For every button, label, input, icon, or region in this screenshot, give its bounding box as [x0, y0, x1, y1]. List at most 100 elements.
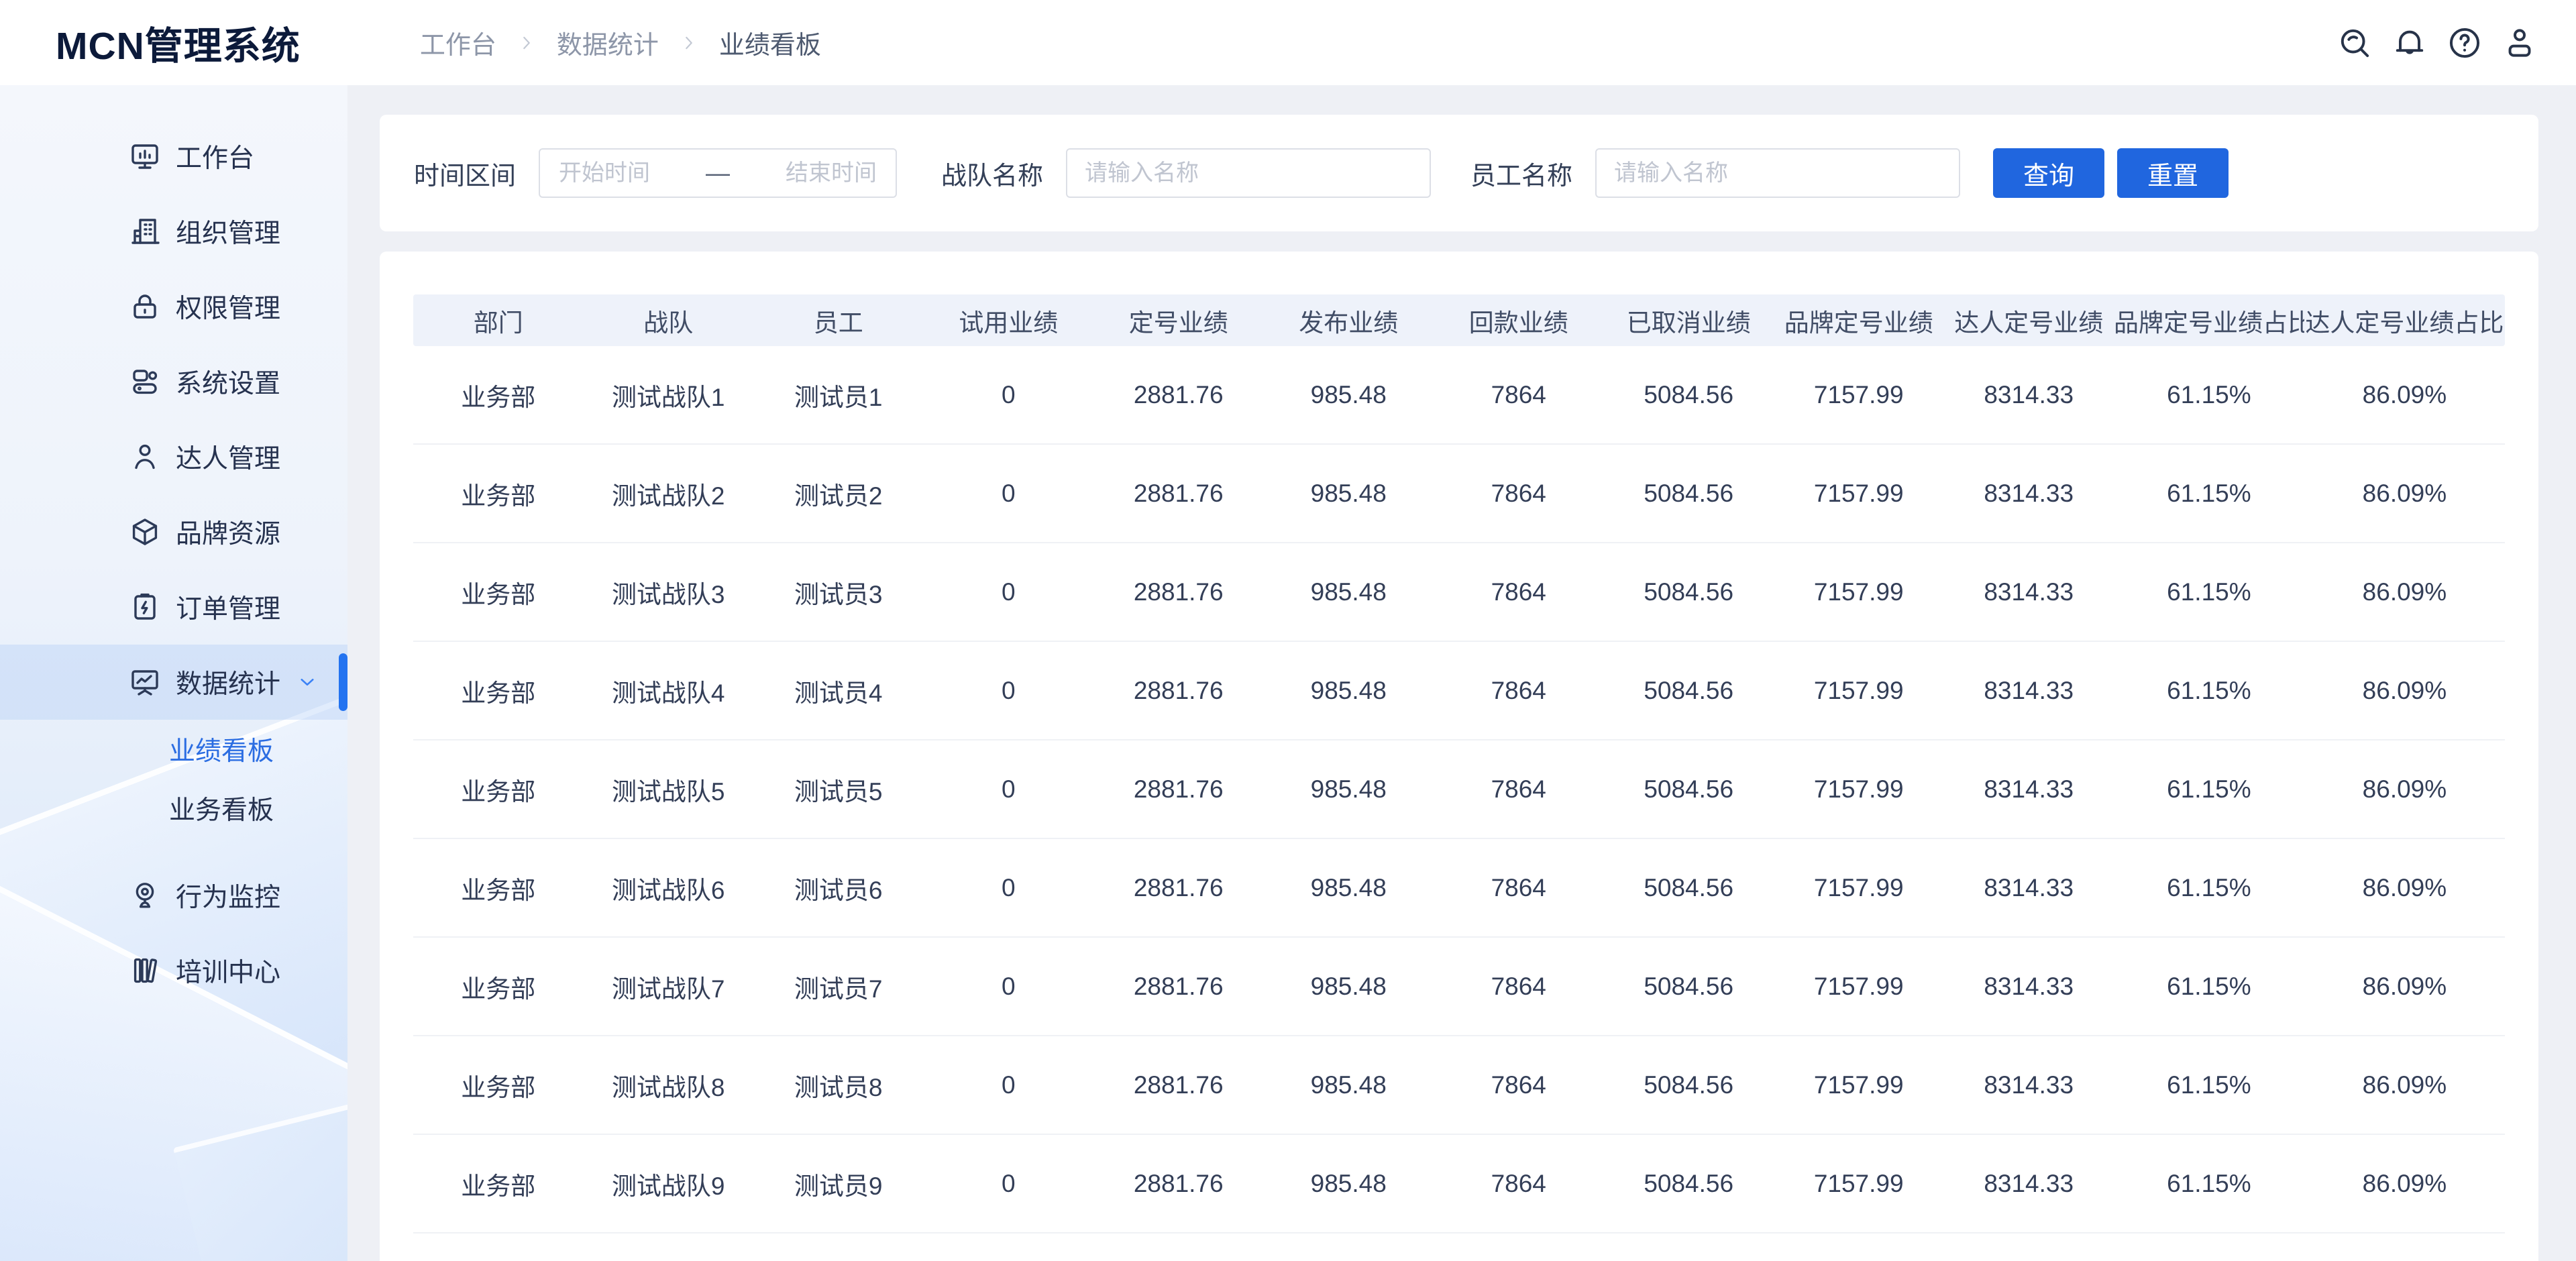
- column-header: 部门: [413, 303, 583, 339]
- table-row: 业务部测试战队2测试员202881.76985.4878645084.56715…: [413, 445, 2505, 543]
- column-header: 发布业绩: [1263, 303, 1434, 339]
- table-cell: 7157.99: [1774, 1071, 1944, 1099]
- table-cell: 0: [923, 480, 1093, 508]
- table-cell: 86.09%: [2304, 1071, 2505, 1099]
- sidebar-item-order[interactable]: 订单管理: [0, 569, 347, 645]
- end-date-input[interactable]: [738, 160, 878, 187]
- table-cell: 测试战队8: [583, 1067, 753, 1103]
- sidebar-item-monitor[interactable]: 行为监控: [0, 858, 347, 933]
- table-cell: 86.09%: [2304, 775, 2505, 804]
- table-cell: 2881.76: [1093, 578, 1264, 606]
- table-cell: 测试战队6: [583, 870, 753, 906]
- sidebar-item-brand[interactable]: 品牌资源: [0, 494, 347, 569]
- employee-name-input[interactable]: [1595, 148, 1960, 198]
- table-cell: 8314.33: [1943, 578, 2114, 606]
- sidebar-item-auth[interactable]: 权限管理: [0, 269, 347, 344]
- sidebar-item-talent[interactable]: 达人管理: [0, 419, 347, 494]
- table-cell: 2881.76: [1093, 874, 1264, 902]
- table-cell: 985.48: [1263, 1071, 1434, 1099]
- table-cell: 5084.56: [1603, 874, 1773, 902]
- column-header: 品牌定号业绩: [1774, 303, 1944, 339]
- breadcrumb-item[interactable]: 数据统计: [557, 24, 659, 61]
- user-button[interactable]: [2501, 24, 2538, 62]
- sidebar-subitem-perf-board[interactable]: 业绩看板: [0, 720, 347, 779]
- help-icon: [2446, 24, 2483, 62]
- table-cell: 985.48: [1263, 480, 1434, 508]
- sidebar-item-label: 权限管理: [176, 288, 280, 325]
- table-cell: 2881.76: [1093, 1170, 1264, 1198]
- chevron-right-icon: [679, 33, 699, 53]
- table-row: 业务部测试战队10测试员1002881.76985.4878645084.567…: [413, 1233, 2505, 1261]
- table-cell: 61.15%: [2114, 775, 2304, 804]
- column-header: 员工: [753, 303, 924, 339]
- table-cell: 61.15%: [2114, 677, 2304, 705]
- table-cell: 0: [923, 775, 1093, 804]
- team-name-input[interactable]: [1066, 148, 1431, 198]
- table-cell: 7864: [1434, 578, 1604, 606]
- table-row: 业务部测试战队1测试员102881.76985.4878645084.56715…: [413, 346, 2505, 445]
- breadcrumb: 工作台 数据统计 业绩看板: [420, 24, 821, 61]
- table-cell: 8314.33: [1943, 775, 2114, 804]
- table-cell: 8314.33: [1943, 480, 2114, 508]
- table-cell: 61.15%: [2114, 1071, 2304, 1099]
- table-cell: 61.15%: [2114, 578, 2304, 606]
- table-cell: 测试员7: [753, 969, 924, 1005]
- table-cell: 测试战队7: [583, 969, 753, 1005]
- lock-icon: [129, 290, 161, 323]
- chart-icon: [129, 666, 161, 698]
- date-range-separator: —: [698, 159, 738, 187]
- table-row: 业务部测试战队9测试员902881.76985.4878645084.56715…: [413, 1135, 2505, 1233]
- search-icon: [2336, 24, 2373, 62]
- table-cell: 86.09%: [2304, 973, 2505, 1001]
- help-button[interactable]: [2446, 24, 2483, 62]
- table-cell: 业务部: [413, 574, 583, 610]
- table-cell: 5084.56: [1603, 578, 1773, 606]
- breadcrumb-item: 业绩看板: [719, 24, 821, 61]
- table-cell: 7157.99: [1774, 1170, 1944, 1198]
- table-cell: 985.48: [1263, 874, 1434, 902]
- reset-button[interactable]: 重置: [2117, 148, 2229, 198]
- table-cell: 8314.33: [1943, 874, 2114, 902]
- user-icon: [2501, 24, 2538, 62]
- sidebar-item-label: 达人管理: [176, 438, 280, 476]
- table-cell: 业务部: [413, 771, 583, 808]
- table-header-row: 部门战队员工试用业绩定号业绩发布业绩回款业绩已取消业绩品牌定号业绩达人定号业绩品…: [413, 294, 2505, 346]
- table-cell: 61.15%: [2114, 480, 2304, 508]
- table-cell: 业务部: [413, 377, 583, 413]
- table-cell: 业务部: [413, 476, 583, 512]
- sidebar: 工作台组织管理权限管理系统设置达人管理品牌资源订单管理数据统计业绩看板业务看板行…: [0, 85, 347, 1261]
- table-cell: 0: [923, 677, 1093, 705]
- sidebar-item-org[interactable]: 组织管理: [0, 194, 347, 269]
- table-cell: 业务部: [413, 1067, 583, 1103]
- sidebar-subitem-biz-board[interactable]: 业务看板: [0, 779, 347, 838]
- performance-table-card: 部门战队员工试用业绩定号业绩发布业绩回款业绩已取消业绩品牌定号业绩达人定号业绩品…: [380, 252, 2538, 1261]
- bell-button[interactable]: [2391, 24, 2428, 62]
- search-button[interactable]: [2336, 24, 2373, 62]
- table-cell: 5084.56: [1603, 677, 1773, 705]
- date-range-picker[interactable]: —: [539, 148, 897, 198]
- sidebar-nav: 工作台组织管理权限管理系统设置达人管理品牌资源订单管理数据统计业绩看板业务看板行…: [0, 119, 347, 1008]
- team-name-label: 战队名称: [941, 155, 1043, 192]
- sidebar-item-system[interactable]: 系统设置: [0, 344, 347, 419]
- table-cell: 0: [923, 973, 1093, 1001]
- column-header: 定号业绩: [1093, 303, 1264, 339]
- sidebar-item-stats[interactable]: 数据统计: [0, 645, 347, 720]
- table-cell: 5084.56: [1603, 381, 1773, 409]
- table-cell: 7864: [1434, 480, 1604, 508]
- table-row: 业务部测试战队8测试员802881.76985.4878645084.56715…: [413, 1036, 2505, 1135]
- table-cell: 2881.76: [1093, 381, 1264, 409]
- table-cell: 86.09%: [2304, 874, 2505, 902]
- table-cell: 7157.99: [1774, 381, 1944, 409]
- table-cell: 985.48: [1263, 775, 1434, 804]
- table-cell: 7864: [1434, 874, 1604, 902]
- filter-bar: 时间区间 — 战队名称 员工名称 查询 重置: [380, 115, 2538, 231]
- start-date-input[interactable]: [557, 160, 698, 187]
- sidebar-decoration: [173, 1002, 347, 1261]
- breadcrumb-item[interactable]: 工作台: [420, 24, 496, 61]
- table-cell: 0: [923, 1071, 1093, 1099]
- table-cell: 测试员3: [753, 574, 924, 610]
- search-button[interactable]: 查询: [1993, 148, 2104, 198]
- sidebar-item-training[interactable]: 培训中心: [0, 933, 347, 1008]
- sidebar-item-workbench[interactable]: 工作台: [0, 119, 347, 194]
- sidebar-item-label: 系统设置: [176, 363, 280, 400]
